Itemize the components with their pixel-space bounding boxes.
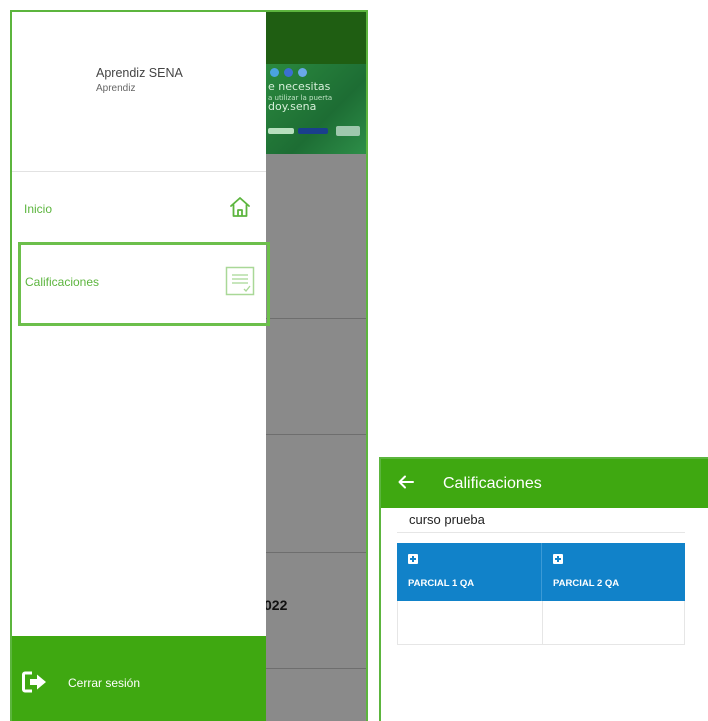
grades-document-icon bbox=[225, 266, 255, 296]
cell-separator bbox=[542, 601, 543, 645]
banner-social-icon bbox=[270, 68, 279, 77]
navigation-drawer: Aprendiz SENA Aprendiz Inicio Calificaci… bbox=[12, 12, 270, 721]
menu-item-inicio[interactable]: Inicio bbox=[12, 180, 266, 240]
column-header-parcial-2[interactable]: PARCIAL 2 QA bbox=[541, 543, 685, 601]
table-row bbox=[397, 601, 685, 645]
page-title: Calificaciones bbox=[443, 475, 542, 492]
column-header-parcial-1[interactable]: PARCIAL 1 QA bbox=[397, 543, 541, 601]
drawer-screenshot: e necesitas a utilizar la puerta doy.sen… bbox=[10, 10, 368, 721]
logout-button[interactable]: Cerrar sesión bbox=[12, 636, 266, 721]
user-name: Aprendiz SENA bbox=[96, 66, 183, 80]
banner-button bbox=[268, 128, 294, 134]
banner-social-icon bbox=[298, 68, 307, 77]
table-header: PARCIAL 1 QA PARCIAL 2 QA bbox=[397, 543, 685, 601]
grades-screenshot: Calificaciones curso prueba PARCIAL 1 QA… bbox=[379, 457, 708, 721]
expand-plus-icon[interactable] bbox=[553, 554, 563, 564]
course-name: curso prueba bbox=[409, 512, 485, 527]
divider bbox=[397, 532, 685, 533]
menu-item-calificaciones[interactable]: Calificaciones bbox=[18, 242, 270, 326]
banner-social-icon bbox=[284, 68, 293, 77]
logout-label: Cerrar sesión bbox=[68, 676, 141, 690]
background-divider bbox=[264, 434, 366, 435]
user-role: Aprendiz bbox=[96, 83, 136, 94]
background-divider bbox=[264, 668, 366, 669]
banner-text: e necesitas bbox=[268, 80, 331, 93]
background-banner: e necesitas a utilizar la puerta doy.sen… bbox=[264, 64, 366, 154]
app-bar: Calificaciones bbox=[381, 459, 708, 508]
home-icon bbox=[230, 197, 250, 217]
column-header-label: PARCIAL 2 QA bbox=[553, 578, 620, 589]
expand-plus-icon[interactable] bbox=[408, 554, 418, 564]
column-header-label: PARCIAL 1 QA bbox=[408, 578, 475, 589]
banner-button bbox=[298, 128, 328, 134]
menu-item-label: Inicio bbox=[24, 202, 53, 216]
background-divider bbox=[264, 552, 366, 553]
banner-text: doy.sena bbox=[268, 100, 317, 113]
banner-button bbox=[336, 126, 360, 136]
back-arrow-icon[interactable] bbox=[397, 473, 415, 491]
background-card-text: 022 bbox=[264, 597, 288, 613]
drawer-header: Aprendiz SENA Aprendiz bbox=[12, 12, 266, 172]
menu-item-label: Calificaciones bbox=[25, 275, 100, 289]
logout-icon bbox=[22, 671, 46, 693]
background-divider bbox=[264, 318, 366, 319]
